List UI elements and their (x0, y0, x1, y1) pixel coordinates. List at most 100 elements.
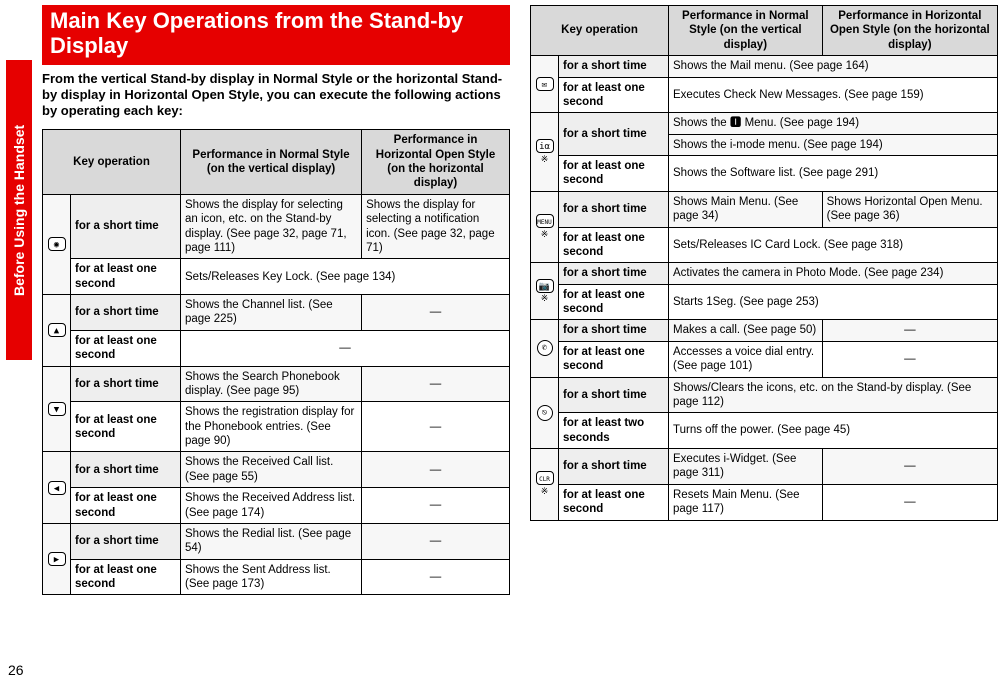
perf-normal: Executes i-Widget. (See page 311) (669, 449, 823, 485)
duration-cell: for a short time (559, 449, 669, 485)
perf-span: Shows/Clears the icons, etc. on the Stan… (669, 377, 998, 413)
camera-key-icon: 📷 (536, 279, 554, 293)
perf-normal: Shows the Redial list. (See page 54) (181, 523, 362, 559)
duration-cell: for at least one second (559, 284, 669, 320)
perf-normal: Shows the display for selecting an icon,… (181, 194, 362, 259)
perf-span: Starts 1Seg. (See page 253) (669, 284, 998, 320)
perf-normal: Makes a call. (See page 50) (669, 320, 823, 341)
right-column: Key operation Performance in Normal Styl… (530, 5, 998, 595)
th-normal: Performance in Normal Style (on the vert… (669, 6, 823, 56)
duration-cell: for a short time (71, 523, 181, 559)
note-mark: ※ (535, 229, 554, 240)
power-key-icon: ⎋ (537, 405, 553, 421)
th-normal: Performance in Normal Style (on the vert… (181, 130, 362, 195)
clr-key-icon: CLR (536, 471, 554, 485)
table-row: for at least one second Starts 1Seg. (Se… (531, 284, 998, 320)
nav-left-icon: ◀ (48, 481, 66, 495)
left-column: Main Key Operations from the Stand-by Di… (42, 5, 510, 595)
perf-normal: Resets Main Menu. (See page 117) (669, 484, 823, 520)
page-number: 26 (8, 662, 24, 678)
table-row: ✉ for a short time Shows the Mail menu. … (531, 56, 998, 77)
table-row: MENU※ for a short time Shows Main Menu. … (531, 191, 998, 227)
content-columns: Main Key Operations from the Stand-by Di… (42, 5, 998, 595)
table-row: ✆ for a short time Makes a call. (See pa… (531, 320, 998, 341)
right-operations-table: Key operation Performance in Normal Styl… (530, 5, 998, 521)
table-row: for at least one second Sets/Releases Ke… (43, 259, 510, 295)
table-row: ◀ for a short time Shows the Received Ca… (43, 452, 510, 488)
perf-horizontal: — (362, 523, 510, 559)
key-cell: ▶ (43, 523, 71, 595)
intro-text: From the vertical Stand-by display in No… (42, 71, 510, 120)
duration-cell: for a short time (559, 113, 669, 156)
duration-cell: for at least two seconds (559, 413, 669, 449)
duration-cell: for a short time (559, 263, 669, 284)
perf-horizontal: Shows the display for selecting a notifi… (362, 194, 510, 259)
key-cell: CLR※ (531, 449, 559, 521)
perf-normal: Shows the Search Phonebook display. (See… (181, 366, 362, 402)
left-operations-table: Key operation Performance in Normal Styl… (42, 129, 510, 595)
perf-horizontal: — (822, 484, 997, 520)
perf-span: Shows the Software list. (See page 291) (669, 156, 998, 192)
table-row: ⎋ for a short time Shows/Clears the icon… (531, 377, 998, 413)
key-cell: ⎋ (531, 377, 559, 449)
th-horizontal: Performance in Horizontal Open Style (on… (362, 130, 510, 195)
table-row: CLR※ for a short time Executes i-Widget.… (531, 449, 998, 485)
perf-normal: Accesses a voice dial entry. (See page 1… (669, 341, 823, 377)
perf-horizontal: — (362, 488, 510, 524)
table-row: for at least one second Resets Main Menu… (531, 484, 998, 520)
table-row: for at least one second Shows the Receiv… (43, 488, 510, 524)
perf-horizontal: — (362, 295, 510, 331)
key-cell: ◀ (43, 452, 71, 524)
table-row: for at least one second Executes Check N… (531, 77, 998, 113)
table-row: ◉ for a short time Shows the display for… (43, 194, 510, 259)
table-row: iα※ for a short time Shows the 🅸 Menu. (… (531, 113, 998, 134)
key-cell: MENU※ (531, 191, 559, 263)
duration-cell: for at least one second (559, 156, 669, 192)
perf-normal: Shows the Channel list. (See page 225) (181, 295, 362, 331)
nav-down-icon: ▼ (48, 402, 66, 416)
perf-horizontal: — (362, 402, 510, 452)
perf-span: Shows the Mail menu. (See page 164) (669, 56, 998, 77)
table-row: 📷※ for a short time Activates the camera… (531, 263, 998, 284)
duration-cell: for at least one second (71, 488, 181, 524)
table-row: for at least one second — (43, 330, 510, 366)
duration-cell: for at least one second (559, 77, 669, 113)
side-tab: Before Using the Handset (6, 60, 32, 360)
perf-horizontal: — (362, 366, 510, 402)
key-cell: ▼ (43, 366, 71, 452)
perf-horizontal: — (822, 341, 997, 377)
table-row: for at least one second Shows the regist… (43, 402, 510, 452)
perf-span: Executes Check New Messages. (See page 1… (669, 77, 998, 113)
table-row: ▶ for a short time Shows the Redial list… (43, 523, 510, 559)
perf-normal: Shows Main Menu. (See page 34) (669, 191, 823, 227)
nav-up-icon: ▲ (48, 323, 66, 337)
duration-cell: for at least one second (559, 484, 669, 520)
perf-normal: Shows the Sent Address list. (See page 1… (181, 559, 362, 595)
note-mark: ※ (535, 486, 554, 497)
perf-span: Sets/Releases Key Lock. (See page 134) (181, 259, 510, 295)
perf-horizontal: — (362, 559, 510, 595)
page-title: Main Key Operations from the Stand-by Di… (42, 5, 510, 65)
nav-right-icon: ▶ (48, 552, 66, 566)
perf-span: Shows the 🅸 Menu. (See page 194) (669, 113, 998, 134)
th-key-op: Key operation (43, 130, 181, 195)
key-cell: ◉ (43, 194, 71, 294)
th-key-op: Key operation (531, 6, 669, 56)
table-row: ▼ for a short time Shows the Search Phon… (43, 366, 510, 402)
duration-cell: for at least one second (559, 227, 669, 263)
perf-horizontal: — (822, 449, 997, 485)
key-cell: ✉ (531, 56, 559, 113)
duration-cell: for at least one second (71, 259, 181, 295)
duration-cell: for at least one second (71, 559, 181, 595)
duration-cell: for at least one second (71, 402, 181, 452)
perf-horizontal: — (822, 320, 997, 341)
mail-key-icon: ✉ (536, 77, 554, 91)
key-cell: ▲ (43, 295, 71, 367)
perf-span: Turns off the power. (See page 45) (669, 413, 998, 449)
duration-cell: for a short time (71, 452, 181, 488)
table-row: ▲ for a short time Shows the Channel lis… (43, 295, 510, 331)
menu-key-icon: MENU (536, 214, 554, 228)
note-mark: ※ (535, 293, 554, 304)
perf-normal: Shows the Received Call list. (See page … (181, 452, 362, 488)
duration-cell: for at least one second (71, 330, 181, 366)
